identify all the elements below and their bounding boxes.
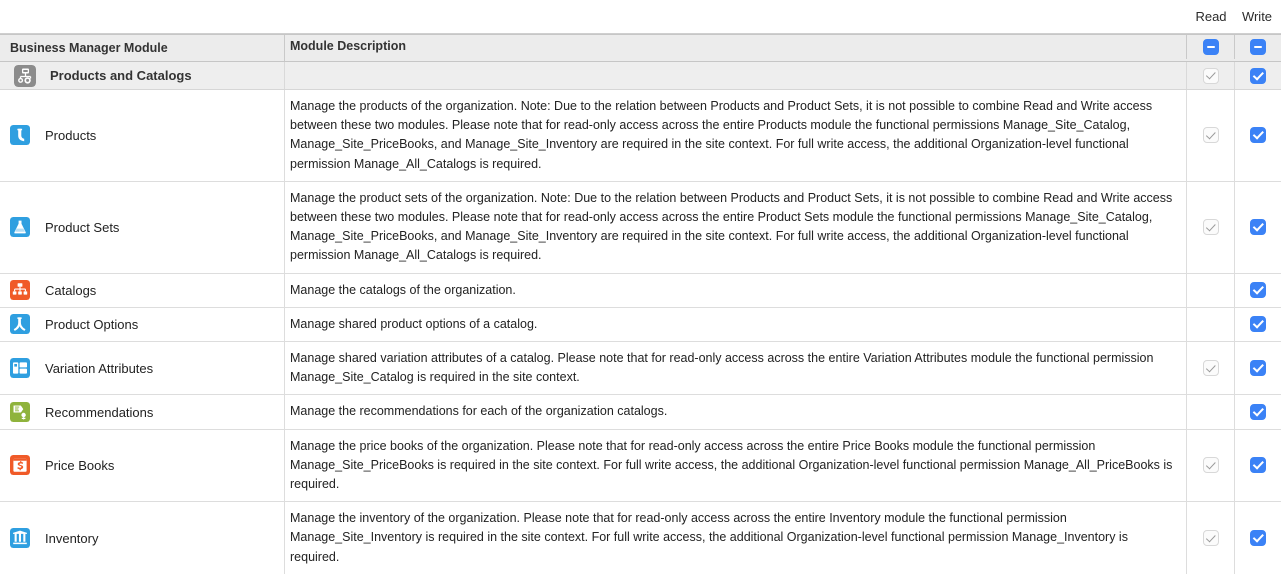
read-checkbox-cell[interactable] (1187, 429, 1235, 502)
table-row[interactable]: Price Books Manage the price books of the… (0, 429, 1281, 503)
write-checkbox-cell[interactable] (1235, 274, 1281, 307)
column-header-strip: Read Write (0, 0, 1281, 33)
description-column-header: Module Description (285, 35, 1187, 59)
read-checkbox-cell[interactable] (1187, 307, 1235, 342)
module-cell: Recommendations (0, 395, 285, 429)
read-checkbox-cell[interactable] (1187, 90, 1235, 181)
write-checkbox-cell[interactable] (1235, 502, 1281, 574)
products-icon (10, 125, 30, 146)
write-checkbox[interactable] (1250, 360, 1266, 377)
group-read-checkbox[interactable] (1202, 67, 1219, 84)
module-label: Products (45, 127, 97, 143)
recommendations-icon (10, 402, 30, 423)
module-description: Manage the price books of the organizati… (285, 429, 1187, 502)
write-checkbox[interactable] (1250, 530, 1266, 547)
write-checkbox[interactable] (1250, 404, 1266, 421)
module-label: Inventory (45, 530, 99, 546)
write-checkbox[interactable] (1250, 127, 1266, 144)
sitemap-group-icon (14, 64, 36, 87)
write-checkbox-cell[interactable] (1235, 90, 1281, 181)
module-description: Manage shared variation attributes of a … (285, 342, 1187, 395)
module-label: Product Sets (45, 219, 120, 235)
read-checkbox[interactable] (1202, 127, 1219, 144)
module-cell: Product Options (0, 307, 285, 342)
group-read-checkbox-cell[interactable] (1187, 62, 1235, 89)
module-label: Catalogs (45, 282, 97, 298)
table-row[interactable]: Catalogs Manage the catalogs of the organ… (0, 273, 1281, 308)
module-cell: Catalogs (0, 273, 285, 307)
header-write-checkbox-cell[interactable] (1235, 35, 1281, 59)
group-row-products-and-catalogs[interactable]: Products and Catalogs (0, 62, 1281, 90)
module-description: Manage the inventory of the organization… (285, 502, 1187, 574)
header-write-checkbox[interactable] (1250, 39, 1266, 55)
table-header-row: Business Manager Module Module Descripti… (0, 34, 1281, 62)
read-checkbox-cell[interactable] (1187, 342, 1235, 395)
module-label: Product Options (45, 316, 139, 332)
write-checkbox-cell[interactable] (1235, 395, 1281, 428)
table-row[interactable]: Recommendations Manage the recommendation… (0, 395, 1281, 430)
table-row[interactable]: Inventory Manage the inventory of the org… (0, 502, 1281, 574)
product-options-icon (10, 314, 30, 335)
write-checkbox-cell[interactable] (1235, 182, 1281, 273)
read-checkbox-cell[interactable] (1187, 395, 1235, 429)
table-row[interactable]: Variation Attributes Manage shared variat… (0, 342, 1281, 396)
write-column-label: Write (1241, 9, 1273, 24)
module-cell: Inventory (0, 502, 285, 574)
module-description: Manage the recommendations for each of t… (285, 395, 1187, 429)
module-cell: Price Books (0, 429, 285, 502)
read-checkbox[interactable] (1202, 360, 1219, 377)
read-checkbox-cell[interactable] (1187, 273, 1235, 307)
read-checkbox-cell[interactable] (1187, 502, 1235, 574)
table-row[interactable]: Product Sets Manage the product sets of t… (0, 181, 1281, 274)
read-checkbox[interactable] (1202, 530, 1219, 547)
table-row[interactable]: Products Manage the products of the organ… (0, 90, 1281, 182)
write-checkbox-cell[interactable] (1235, 308, 1281, 341)
write-checkbox[interactable] (1250, 282, 1266, 299)
header-read-checkbox[interactable] (1202, 39, 1219, 55)
read-checkbox-cell[interactable] (1187, 181, 1235, 273)
table-row[interactable]: Product Options Manage shared product opt… (0, 307, 1281, 343)
write-checkbox[interactable] (1250, 316, 1266, 333)
permissions-page: Read Write Business Manager Module Modul… (0, 0, 1281, 574)
group-description-cell (285, 62, 1187, 89)
catalogs-icon (10, 280, 30, 301)
group-write-checkbox-cell[interactable] (1235, 62, 1281, 89)
read-column-label: Read (1195, 9, 1227, 24)
permissions-table: Business Manager Module Module Descripti… (0, 33, 1281, 574)
module-description: Manage the catalogs of the organization. (285, 273, 1187, 307)
module-cell: Product Sets (0, 181, 285, 273)
write-checkbox-cell[interactable] (1235, 342, 1281, 394)
header-read-checkbox-cell[interactable] (1187, 35, 1235, 59)
module-cell: Variation Attributes (0, 342, 285, 395)
module-label: Variation Attributes (45, 360, 154, 376)
variation-attributes-icon (10, 358, 30, 379)
module-description: Manage shared product options of a catal… (285, 307, 1187, 342)
module-label: Price Books (45, 457, 115, 473)
read-checkbox[interactable] (1202, 457, 1219, 474)
module-label: Recommendations (45, 404, 154, 420)
write-checkbox[interactable] (1250, 457, 1266, 474)
write-checkbox-cell[interactable] (1235, 430, 1281, 502)
product-sets-icon (10, 217, 30, 238)
inventory-icon (10, 528, 30, 549)
module-column-header: Business Manager Module (0, 35, 285, 61)
group-write-checkbox[interactable] (1250, 67, 1266, 84)
module-description: Manage the products of the organization.… (285, 90, 1187, 181)
module-cell: Products (0, 90, 285, 181)
group-module-cell: Products and Catalogs (0, 62, 285, 89)
price-books-icon (10, 455, 30, 476)
read-checkbox[interactable] (1202, 219, 1219, 236)
group-label: Products and Catalogs (50, 68, 192, 83)
write-checkbox[interactable] (1250, 219, 1266, 236)
module-description: Manage the product sets of the organizat… (285, 181, 1187, 273)
